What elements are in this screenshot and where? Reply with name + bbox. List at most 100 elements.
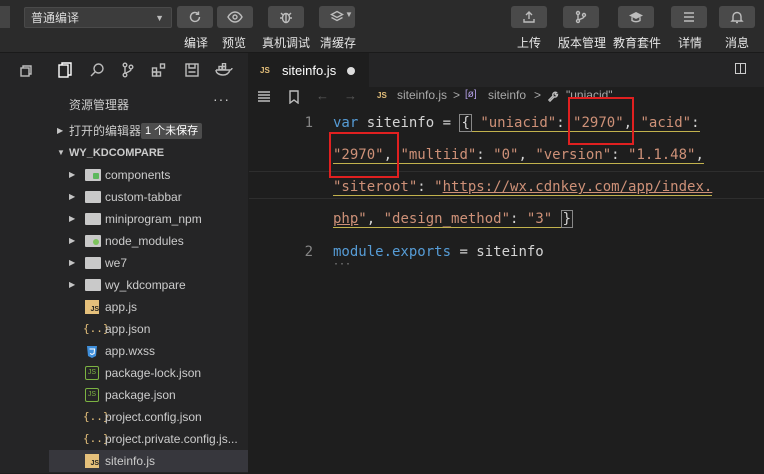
eye-icon (227, 11, 243, 23)
more-actions-icon[interactable]: ··· (213, 91, 230, 107)
chevron-right-icon: ▶ (69, 280, 76, 289)
graduation-cap-icon (629, 12, 643, 23)
file-item[interactable]: {..} project.private.config.js... (49, 428, 248, 450)
compile-mode-value: 普通编译 (31, 11, 80, 25)
json-file-icon: {..} (83, 410, 110, 423)
save-icon[interactable] (185, 63, 199, 77)
folder-icon (85, 257, 101, 269)
version-label: 版本管理 (558, 36, 607, 50)
folder-item[interactable]: ▶ node_modules (49, 230, 248, 252)
chevron-right-icon: ▶ (69, 236, 76, 245)
project-section[interactable]: ▼ WY_KDCOMPARE (49, 142, 248, 164)
upload-button[interactable] (511, 6, 547, 28)
js-file-icon: JS (260, 66, 270, 75)
breadcrumb-object[interactable]: siteinfo (488, 88, 526, 102)
json-file-icon: {..} (83, 322, 110, 335)
file-name: app.json (105, 322, 151, 336)
folder-item[interactable]: ▶ components (49, 164, 248, 186)
folder-item[interactable]: ▶ custom-tabbar (49, 186, 248, 208)
file-name: project.config.json (105, 410, 202, 424)
folded-ellipsis: ··· (333, 259, 352, 270)
chevron-right-icon: ▶ (69, 258, 76, 267)
file-name: wy_kdcompare (105, 278, 186, 292)
chevron-right-icon: ▶ (57, 126, 64, 135)
split-editor-icon[interactable] (735, 63, 746, 74)
file-item[interactable]: JS app.js (49, 296, 248, 318)
file-item[interactable]: app.wxss (49, 340, 248, 362)
bookmark-icon[interactable] (288, 90, 300, 104)
project-label: WY_KDCOMPARE (69, 147, 165, 159)
details-button[interactable] (671, 6, 707, 28)
editor-tabs: JS siteinfo.js (249, 53, 764, 88)
chevron-right-icon: ▶ (69, 192, 76, 201)
file-name: package-lock.json (105, 366, 202, 380)
tab-label: siteinfo.js (282, 63, 337, 78)
file-item[interactable]: {..} project.config.json (49, 406, 248, 428)
wrench-icon (547, 91, 559, 103)
explorer-panel: 资源管理器 ··· ▶ 打开的编辑器 1 个未保存 ▼ WY_KDCOMPARE… (49, 87, 248, 473)
file-item[interactable]: {..} app.json (49, 318, 248, 340)
messages-button[interactable] (719, 6, 755, 28)
restore-window-icon[interactable] (20, 65, 32, 77)
file-name: app.wxss (105, 344, 156, 358)
open-editors-section[interactable]: ▶ 打开的编辑器 1 个未保存 (49, 120, 248, 142)
extensions-icon[interactable] (151, 62, 167, 78)
back-arrow-icon[interactable]: ← (316, 88, 329, 103)
messages-label: 消息 (725, 36, 750, 50)
chevron-down-icon: ▼ (345, 10, 353, 19)
layers-icon (330, 10, 344, 22)
debug-label: 真机调试 (262, 36, 311, 50)
editor-area: JS siteinfo.js ← → JS siteinfo.js > [ø] … (249, 53, 764, 473)
json-file-icon: {..} (83, 432, 110, 445)
highlight-box-acid (329, 132, 399, 178)
toolbar-left-edge (0, 6, 10, 28)
chevron-right-icon: ▶ (69, 214, 76, 223)
compile-button[interactable] (177, 6, 213, 28)
js-file-icon: JS (377, 91, 387, 100)
npm-package-icon: JS (85, 366, 99, 380)
preview-button[interactable] (217, 6, 253, 28)
unsaved-dot-icon[interactable] (347, 67, 355, 75)
files-icon[interactable] (58, 62, 72, 78)
tab-siteinfo-js[interactable]: JS siteinfo.js (249, 53, 369, 88)
chevron-down-icon: ▼ (57, 148, 65, 157)
css-file-icon (85, 344, 99, 358)
file-item[interactable]: JS siteinfo.js (49, 450, 248, 472)
preview-label: 预览 (222, 36, 247, 50)
line-number: 1 (304, 115, 313, 131)
open-editors-label: 打开的编辑器 (69, 124, 142, 138)
folder-item[interactable]: ▶ miniprogram_npm (49, 208, 248, 230)
breadcrumb-separator: > (453, 88, 461, 102)
source-control-icon[interactable] (121, 62, 135, 78)
breadcrumb: ← → JS siteinfo.js > [ø] siteinfo > "uni… (249, 87, 764, 109)
js-file-icon: JS (85, 300, 99, 314)
upload-icon (523, 11, 535, 23)
file-name: package.json (105, 388, 176, 402)
search-icon[interactable] (89, 62, 105, 78)
compile-label: 编译 (184, 36, 209, 50)
folder-item[interactable]: ▶ we7 (49, 252, 248, 274)
menu-icon[interactable] (257, 91, 271, 103)
folder-icon (85, 235, 101, 247)
forward-arrow-icon[interactable]: → (344, 88, 357, 103)
code-line: module.exports = siteinfo (333, 244, 544, 260)
file-item[interactable]: JS package.json (49, 384, 248, 406)
compile-mode-select[interactable]: 普通编译 ▼ (24, 7, 172, 28)
folder-icon (85, 213, 101, 225)
code-line: var siteinfo = { "uniacid": "2970", "aci… (333, 114, 700, 132)
version-management-button[interactable] (563, 6, 599, 28)
docker-icon[interactable] (215, 63, 233, 77)
file-item[interactable]: JS package-lock.json (49, 362, 248, 384)
clear-cache-label: 清缓存 (320, 36, 357, 50)
chevron-down-icon: ▼ (155, 13, 164, 23)
chevron-right-icon: ▶ (69, 170, 76, 179)
real-device-debug-button[interactable] (268, 6, 304, 28)
folder-item[interactable]: ▶ wy_kdcompare (49, 274, 248, 296)
education-suite-button[interactable] (618, 6, 654, 28)
folder-icon (85, 169, 101, 181)
file-name: miniprogram_npm (105, 212, 202, 226)
file-name: custom-tabbar (105, 190, 182, 204)
code-area[interactable]: 1 2 var siteinfo = { "uniacid": "2970", … (249, 97, 764, 473)
bell-icon (730, 11, 744, 24)
breadcrumb-file[interactable]: siteinfo.js (397, 88, 447, 102)
